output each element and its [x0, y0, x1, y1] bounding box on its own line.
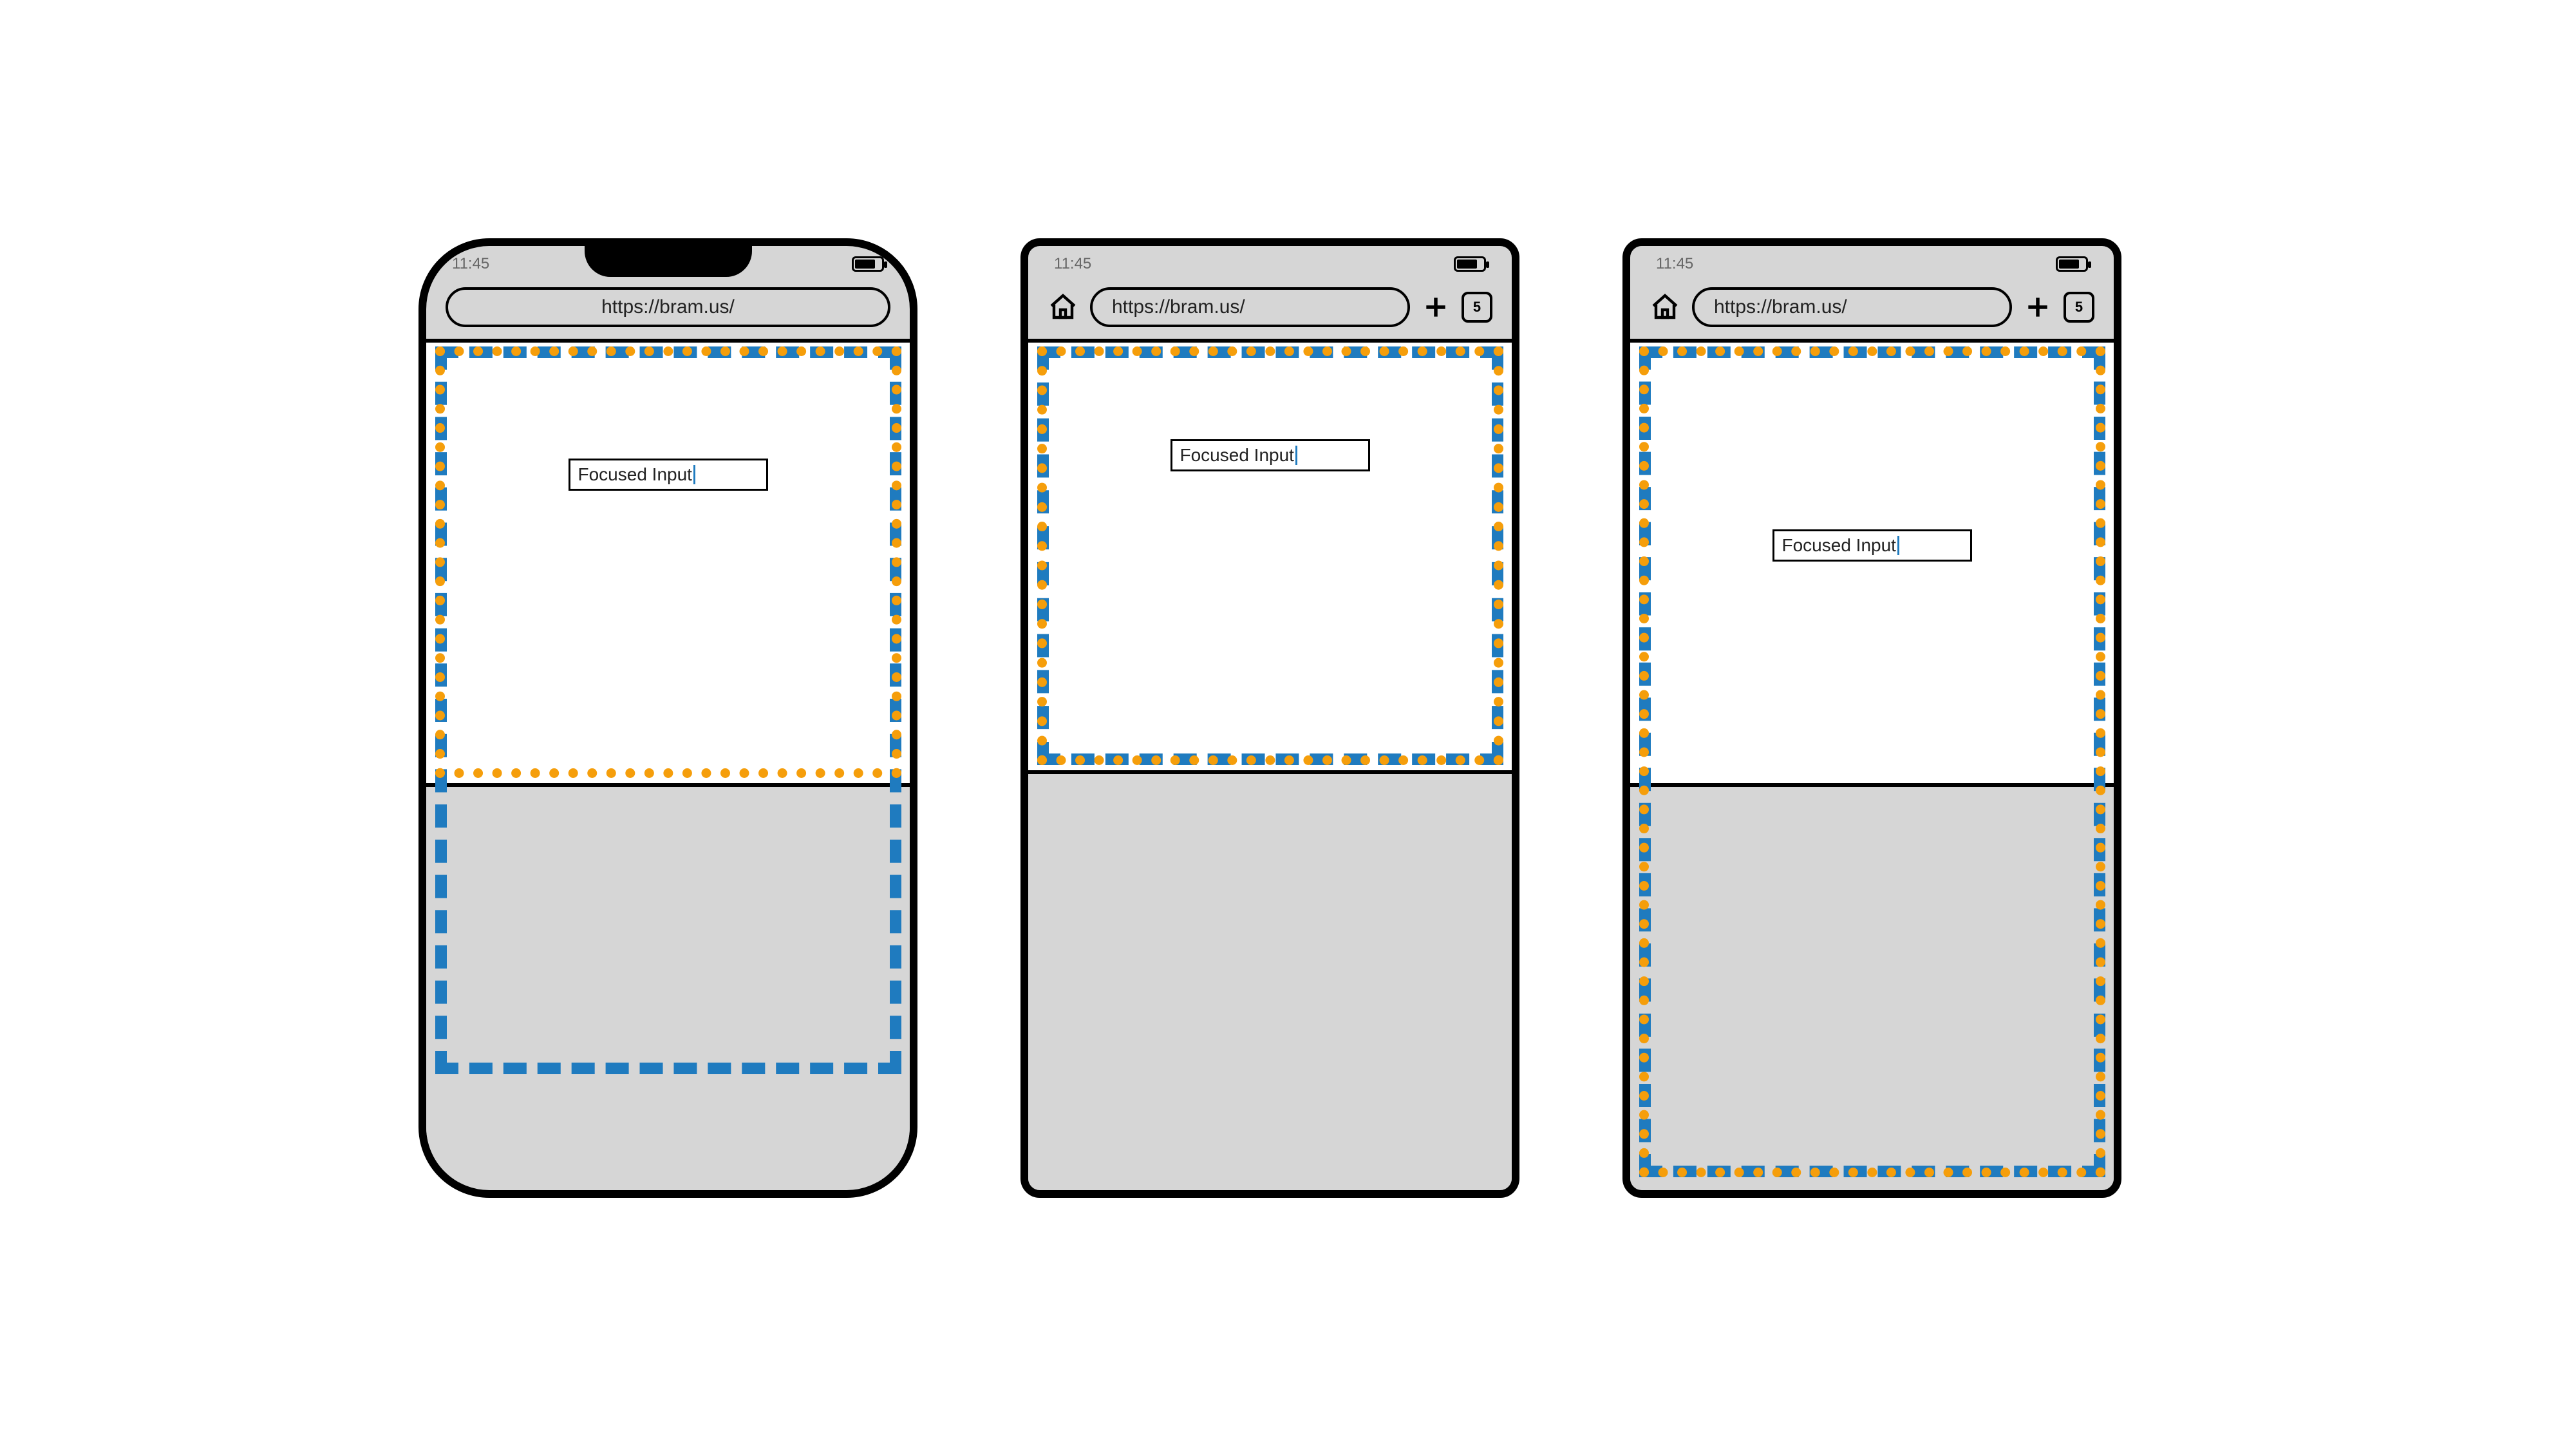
visual-viewport-outline [435, 346, 901, 778]
home-icon[interactable] [1650, 292, 1680, 323]
focused-input[interactable]: Focused Input [569, 459, 768, 491]
status-time: 11:45 [1656, 255, 1693, 273]
battery-icon [1454, 256, 1486, 272]
home-icon[interactable] [1048, 292, 1078, 323]
new-tab-icon[interactable] [1422, 293, 1450, 321]
url-bar[interactable]: https://bram.us/ [1090, 287, 1410, 327]
tab-count-button[interactable]: 5 [1462, 292, 1492, 323]
tab-count-button[interactable]: 5 [2064, 292, 2094, 323]
text-caret [1295, 446, 1297, 465]
focused-input[interactable]: Focused Input [1772, 529, 1972, 562]
virtual-keyboard-area [1028, 774, 1512, 1182]
browser-toolbar: https://bram.us/5 [1630, 281, 2114, 343]
phone-mock-3: 11:45 https://bram.us/5 Focused Input [1622, 238, 2121, 1198]
browser-toolbar: https://bram.us/5 [1028, 281, 1512, 343]
page-viewport: Focused Input [1028, 343, 1512, 774]
layout-viewport-outline [1037, 346, 1503, 765]
battery-icon [852, 256, 884, 272]
focused-input[interactable]: Focused Input [1170, 439, 1370, 471]
text-caret [1897, 536, 1899, 555]
battery-icon [2056, 256, 2088, 272]
url-text: https://bram.us/ [1112, 296, 1245, 318]
notch [585, 238, 752, 277]
url-bar[interactable]: https://bram.us/ [446, 287, 890, 327]
phone-mock-1: 11:45 https://bram.us/Focused Input [418, 238, 917, 1198]
new-tab-icon[interactable] [2024, 293, 2052, 321]
input-value: Focused Input [1180, 445, 1294, 466]
page-viewport: Focused Input [426, 343, 910, 787]
input-value: Focused Input [1782, 535, 1896, 556]
status-bar: 11:45 [1630, 246, 2114, 281]
browser-toolbar: https://bram.us/ [426, 281, 910, 343]
page-viewport: Focused Input [1630, 343, 2114, 787]
input-value: Focused Input [578, 464, 692, 485]
visual-viewport-outline [1037, 346, 1503, 765]
virtual-keyboard-area [1630, 787, 2114, 1182]
phone-mock-2: 11:45 https://bram.us/5 Focused Input [1020, 238, 1519, 1198]
url-text: https://bram.us/ [1714, 296, 1847, 318]
text-caret [693, 465, 695, 484]
status-time: 11:45 [452, 255, 489, 273]
url-bar[interactable]: https://bram.us/ [1692, 287, 2012, 327]
status-bar: 11:45 [1028, 246, 1512, 281]
virtual-keyboard-area [426, 787, 910, 1182]
status-time: 11:45 [1054, 255, 1091, 273]
url-text: https://bram.us/ [601, 296, 735, 318]
